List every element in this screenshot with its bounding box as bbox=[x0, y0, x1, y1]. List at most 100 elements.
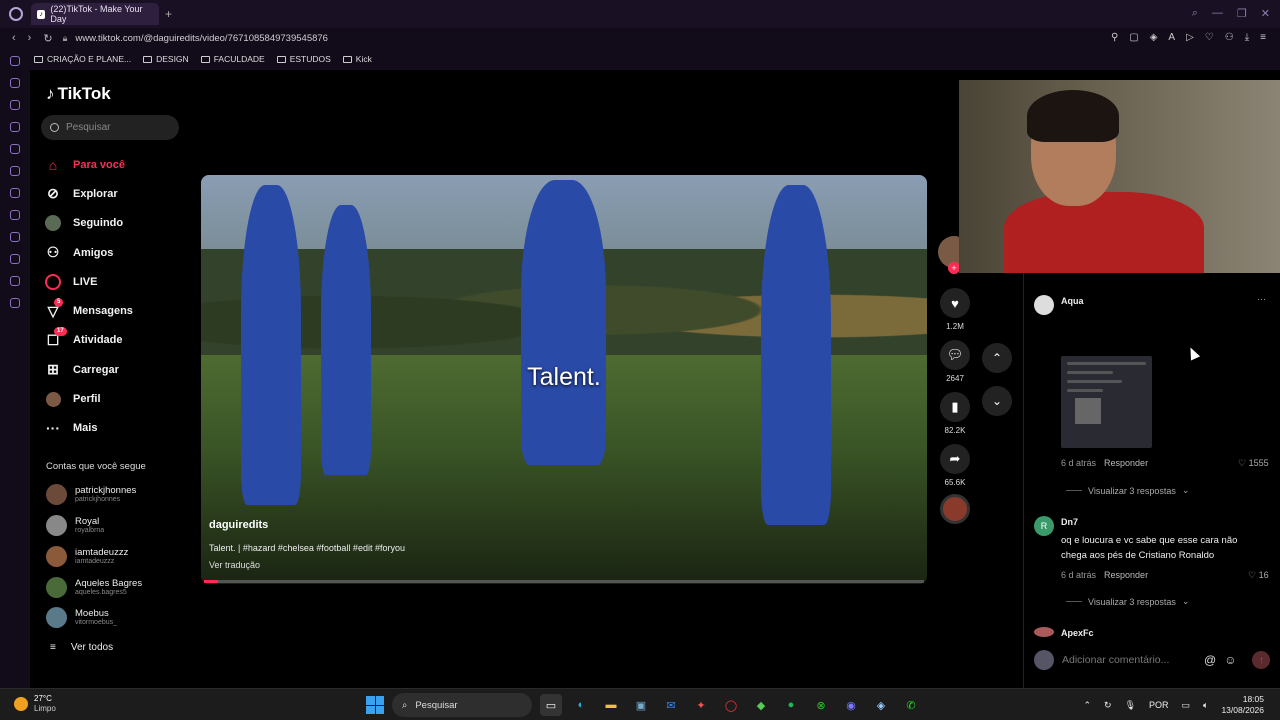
profile-icon[interactable]: ⚇ bbox=[1225, 32, 1234, 43]
reply-button[interactable]: Responder bbox=[1104, 458, 1148, 468]
close-button[interactable]: ✕ bbox=[1261, 7, 1270, 20]
nav-item-messages[interactable]: ▽ 5 Mensagens bbox=[44, 296, 184, 325]
volume-icon[interactable]: 🔈︎ bbox=[1203, 700, 1208, 711]
task-view-icon[interactable]: ▭ bbox=[540, 694, 562, 716]
previous-video-button[interactable]: ⌃ bbox=[982, 343, 1012, 373]
nav-item-following[interactable]: Seguindo bbox=[44, 209, 184, 238]
menu-icon[interactable]: ≡ bbox=[1260, 32, 1266, 43]
nav-item-friends[interactable]: ⚇ Amigos bbox=[44, 238, 184, 267]
comment-action[interactable]: 💬︎ 2647 bbox=[938, 340, 972, 383]
emoji-icon[interactable]: ☺ bbox=[1224, 653, 1236, 667]
sidebar-app-icon[interactable] bbox=[10, 232, 20, 242]
maximize-button[interactable]: ❐ bbox=[1237, 7, 1247, 20]
sidebar-app-icon[interactable] bbox=[10, 144, 20, 154]
sidebar-app-icon[interactable] bbox=[10, 188, 20, 198]
reply-button[interactable]: Responder bbox=[1104, 570, 1148, 580]
play-icon[interactable]: ▷ bbox=[1186, 32, 1194, 43]
clock[interactable]: 18:05 13/08/2026 bbox=[1221, 694, 1264, 716]
heart-icon[interactable]: ♡ bbox=[1205, 32, 1214, 43]
like-action[interactable]: ♥ 1.2M bbox=[938, 288, 972, 331]
nav-item-live[interactable]: LIVE bbox=[44, 267, 184, 296]
save-action[interactable]: ▮ 82.2K bbox=[938, 392, 972, 435]
comment-image[interactable] bbox=[1061, 356, 1152, 448]
following-account[interactable]: Aqueles Bagres aqueles.bagres5 bbox=[46, 577, 186, 598]
music-disc-avatar[interactable] bbox=[940, 494, 970, 524]
comment-input[interactable]: Adicionar comentário... bbox=[1062, 654, 1196, 666]
bookmark-folder[interactable]: ESTUDOS bbox=[276, 54, 331, 64]
taskbar-search[interactable]: ⌕ Pesquisar bbox=[392, 693, 532, 717]
comment-like[interactable]: ♡ 16 bbox=[1248, 570, 1269, 581]
avatar[interactable] bbox=[1034, 627, 1054, 637]
search-tabs-icon[interactable]: ⌕ bbox=[1192, 7, 1198, 20]
language-indicator[interactable]: POR bbox=[1149, 700, 1169, 710]
windows-start-icon[interactable] bbox=[366, 696, 384, 714]
download-icon[interactable]: ⤓ bbox=[1245, 32, 1249, 43]
opera-logo-icon[interactable] bbox=[9, 7, 23, 21]
sidebar-app-icon[interactable] bbox=[10, 78, 20, 88]
following-account[interactable]: Royal royalbrna bbox=[46, 515, 186, 536]
discord-icon[interactable]: ◉ bbox=[840, 694, 862, 716]
new-tab-button[interactable]: + bbox=[165, 7, 172, 21]
nav-item-profile[interactable]: Perfil bbox=[44, 384, 184, 413]
comment-username[interactable]: Aqua bbox=[1061, 296, 1084, 306]
video-player[interactable]: Talent. daguiredits Talent. | #hazard #c… bbox=[201, 175, 927, 584]
sidebar-app-icon[interactable] bbox=[10, 210, 20, 220]
see-all-following[interactable]: ≡ Ver todos bbox=[50, 642, 113, 653]
comment-options-icon[interactable]: ··· bbox=[1257, 294, 1266, 304]
view-replies-button[interactable]: Visualizar 3 respostas ⌄ bbox=[1066, 596, 1189, 607]
bookmark-folder[interactable]: CRIAÇÃO E PLANE... bbox=[34, 54, 131, 64]
bookmark-folder[interactable]: Kick bbox=[342, 54, 372, 64]
following-account[interactable]: patrickjhonnes patrickjhonnes bbox=[46, 484, 186, 505]
sidebar-app-icon[interactable] bbox=[10, 56, 20, 66]
avatar[interactable]: R bbox=[1034, 516, 1054, 536]
nav-item-upload[interactable]: ⊞ Carregar bbox=[44, 355, 184, 384]
view-replies-button[interactable]: Visualizar 3 respostas ⌄ bbox=[1066, 485, 1189, 496]
avatar[interactable] bbox=[1034, 295, 1054, 315]
comment-username[interactable]: ApexFc bbox=[1061, 628, 1094, 638]
see-translation-link[interactable]: Ver tradução bbox=[209, 560, 260, 570]
edge-icon[interactable]: ◐ bbox=[570, 694, 592, 716]
chevron-up-icon[interactable]: ⌃ bbox=[1083, 700, 1091, 711]
bookmark-icon[interactable]: ⚲ bbox=[1111, 32, 1118, 43]
snapshot-icon[interactable]: ▢ bbox=[1129, 32, 1138, 43]
vpn-shield-icon[interactable]: ◈ bbox=[870, 694, 892, 716]
outlook-icon[interactable]: ✉ bbox=[660, 694, 682, 716]
reload-button[interactable]: ↻ bbox=[43, 32, 52, 45]
weather-widget[interactable]: 27°C Limpo bbox=[14, 694, 56, 714]
nav-item-explore[interactable]: ⊘ Explorar bbox=[44, 179, 184, 208]
store-icon[interactable]: ▣ bbox=[630, 694, 652, 716]
sidebar-app-icon[interactable] bbox=[10, 254, 20, 264]
sidebar-app-icon[interactable] bbox=[10, 276, 20, 286]
sidebar-app-icon[interactable] bbox=[10, 298, 20, 308]
shield-icon[interactable]: ◈ bbox=[1150, 32, 1158, 43]
sidebar-app-icon[interactable] bbox=[10, 166, 20, 176]
next-video-button[interactable]: ⌄ bbox=[982, 386, 1012, 416]
minecraft-icon[interactable]: ◆ bbox=[750, 694, 772, 716]
sidebar-app-icon[interactable] bbox=[10, 100, 20, 110]
xbox-icon[interactable]: ⊗ bbox=[810, 694, 832, 716]
browser-tab[interactable]: ♪ (22)TikTok - Make Your Day bbox=[31, 3, 159, 25]
following-account[interactable]: iamtadeuzzz iamtadeuzzz bbox=[46, 546, 186, 567]
comment-like[interactable]: ♡ 1555 bbox=[1238, 458, 1269, 469]
search-input[interactable]: Pesquisar bbox=[41, 115, 179, 140]
mention-icon[interactable]: @ bbox=[1204, 653, 1216, 667]
nav-item-more[interactable]: ··· Mais bbox=[44, 414, 184, 443]
network-icon[interactable]: ▭ bbox=[1182, 700, 1191, 711]
share-icon[interactable]: ➦ bbox=[940, 444, 970, 474]
video-author[interactable]: daguiredits bbox=[209, 519, 268, 531]
nav-item-for-you[interactable]: ⌂ Para você bbox=[44, 150, 184, 179]
spotify-icon[interactable]: ● bbox=[780, 694, 802, 716]
send-button[interactable]: ↑ bbox=[1252, 651, 1271, 669]
share-action[interactable]: ➦ 65.6K bbox=[938, 444, 972, 487]
opera-icon[interactable]: ◯ bbox=[720, 694, 742, 716]
microphone-icon[interactable]: 🎙︎ bbox=[1125, 700, 1136, 711]
heart-icon[interactable]: ♥ bbox=[940, 288, 970, 318]
comment-username[interactable]: Dn7 bbox=[1061, 517, 1078, 527]
following-account[interactable]: Moebus vitormoebus_ bbox=[46, 607, 186, 628]
figma-icon[interactable]: ✦ bbox=[690, 694, 712, 716]
sync-icon[interactable]: ↻ bbox=[1104, 700, 1112, 711]
back-button[interactable]: ‹ bbox=[12, 32, 16, 44]
bookmark-folder[interactable]: FACULDADE bbox=[200, 54, 265, 64]
minimize-button[interactable]: — bbox=[1212, 7, 1223, 20]
forward-button[interactable]: › bbox=[28, 32, 32, 44]
